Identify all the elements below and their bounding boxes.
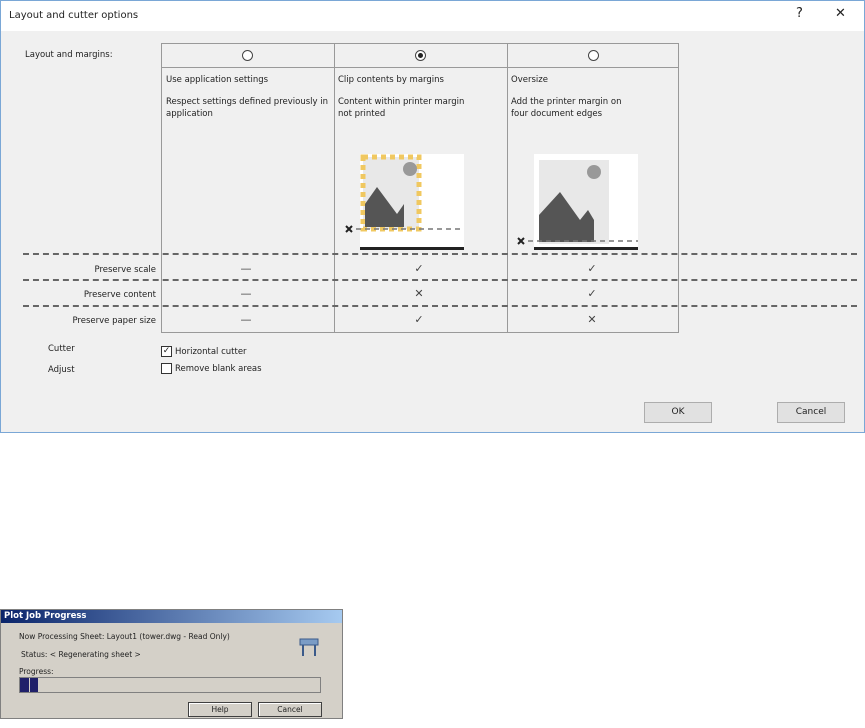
option-title: Clip contents by margins <box>338 75 444 85</box>
cutter-label: Cutter <box>48 344 75 354</box>
help-button[interactable]: Help <box>188 702 252 717</box>
layout-cutter-dialog: Layout and cutter options ? ✕ Layout and… <box>0 0 865 433</box>
progress-label: Progress: <box>19 667 54 676</box>
oversize-illustration <box>517 154 638 250</box>
close-button[interactable]: ✕ <box>835 6 846 21</box>
cross-icon: ✕ <box>414 287 424 300</box>
dash-icon: — <box>240 287 252 300</box>
status-text: Status: < Regenerating sheet > <box>21 650 141 659</box>
radio-oversize[interactable] <box>588 50 599 61</box>
option-desc: Add the printer margin on four document … <box>511 97 622 119</box>
cross-icon: ✕ <box>587 313 597 326</box>
remove-blank-areas-checkbox[interactable]: Remove blank areas <box>161 363 262 374</box>
dialog-title: Layout and cutter options <box>9 10 139 21</box>
processing-sheet-text: Now Processing Sheet: Layout1 (tower.dwg… <box>19 632 230 641</box>
check-icon: ✓ <box>414 313 424 326</box>
help-button[interactable]: ? <box>796 6 803 21</box>
title-bar: Layout and cutter options ? ✕ <box>1 1 864 31</box>
horizontal-cutter-label: Horizontal cutter <box>175 347 247 357</box>
row-label: Preserve scale <box>94 265 156 275</box>
cancel-button[interactable]: Cancel <box>258 702 322 717</box>
plot-job-progress-dialog: Plot Job Progress Now Processing Sheet: … <box>0 609 343 719</box>
dash-icon: — <box>240 262 252 275</box>
check-icon: ✓ <box>587 287 597 300</box>
remove-blank-label: Remove blank areas <box>175 364 262 374</box>
progress-bar <box>19 677 321 693</box>
plotter-icon <box>299 638 319 656</box>
ok-button[interactable]: OK <box>644 402 712 423</box>
clip-margins-illustration <box>345 154 464 250</box>
adjust-label: Adjust <box>48 365 75 375</box>
option-title: Oversize <box>511 75 548 85</box>
dash-icon: — <box>240 313 252 326</box>
option-desc: Content within printer margin not printe… <box>338 97 465 119</box>
layout-margins-label: Layout and margins: <box>25 50 113 60</box>
horizontal-cutter-checkbox[interactable]: ✓ Horizontal cutter <box>161 346 247 357</box>
row-label: Preserve content <box>83 290 156 300</box>
radio-clip-contents[interactable] <box>415 50 426 61</box>
cancel-button[interactable]: Cancel <box>777 402 845 423</box>
radio-use-application-settings[interactable] <box>242 50 253 61</box>
progress-title: Plot Job Progress <box>1 610 342 623</box>
row-label: Preserve paper size <box>72 316 156 326</box>
option-title: Use application settings <box>166 75 269 85</box>
option-desc: Respect settings defined previously in a… <box>166 97 328 119</box>
check-icon: ✓ <box>587 262 597 275</box>
check-icon: ✓ <box>414 262 424 275</box>
